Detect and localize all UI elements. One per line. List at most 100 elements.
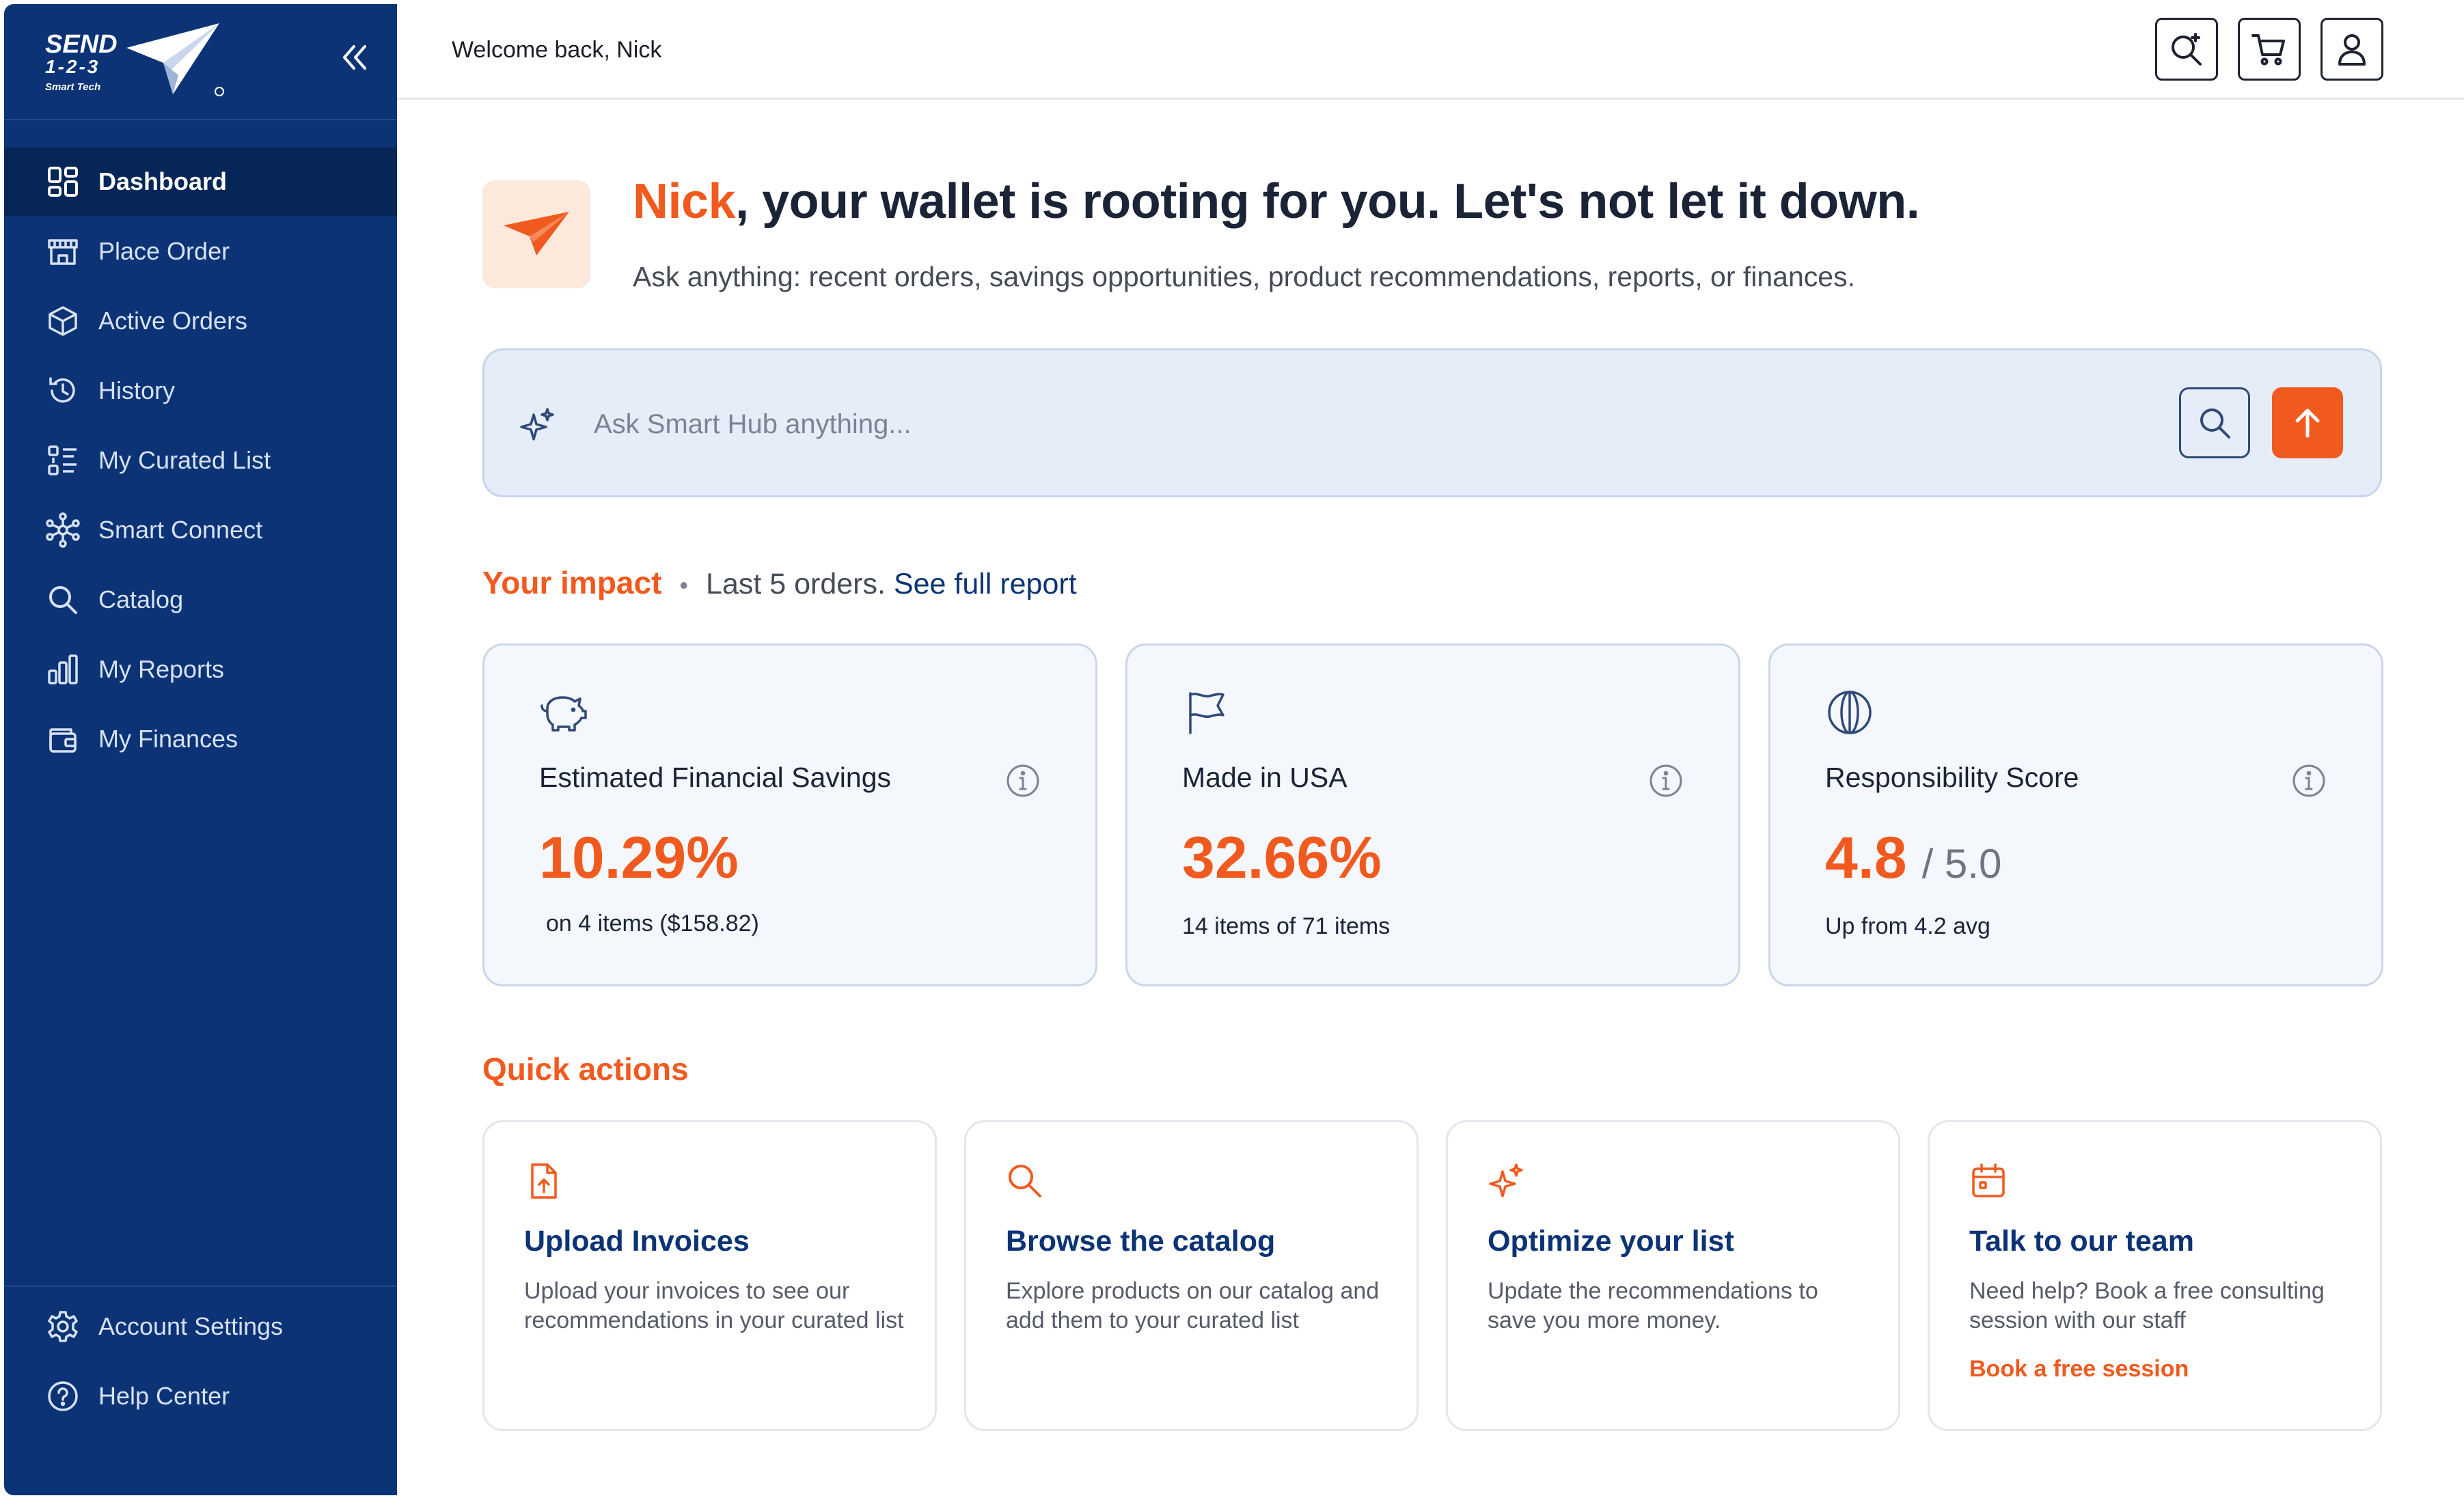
quick-action-title: Talk to our team <box>1969 1225 2194 1258</box>
impact-meta: Last 5 orders. <box>706 568 886 600</box>
calendar-icon <box>1972 1163 2005 1197</box>
sidebar-item-label: My Finances <box>98 725 238 753</box>
submit-query-button[interactable] <box>2272 387 2343 458</box>
impact-title: Your impact <box>482 565 662 600</box>
sidebar-item-help-center[interactable]: Help Center <box>4 1362 397 1430</box>
sidebar-item-dashboard[interactable]: Dashboard <box>4 148 397 216</box>
quick-action-title: Browse the catalog <box>1006 1225 1276 1258</box>
sidebar-divider <box>4 1286 397 1287</box>
quick-action-description: Upload your invoices to see our recommen… <box>524 1278 904 1333</box>
hero-logo-badge <box>482 180 590 288</box>
see-full-report-link[interactable]: See full report <box>894 568 1077 601</box>
sidebar-item-label: My Reports <box>98 655 225 683</box>
quick-action-description: Update the recommendations to save you m… <box>1488 1278 1818 1333</box>
book-free-session-link[interactable]: Book a free session <box>1969 1356 2189 1383</box>
package-box-icon <box>44 302 82 340</box>
info-icon[interactable] <box>2291 763 2327 799</box>
quick-action-title: Upload Invoices <box>524 1225 750 1258</box>
user-name: Nick <box>633 174 736 229</box>
sidebar-item-my-finances[interactable]: My Finances <box>4 705 397 773</box>
impact-header: Your impact • Last 5 orders. See full re… <box>482 564 1077 601</box>
quick-action-description: Need help? Book a free consulting sessio… <box>1969 1278 2325 1333</box>
globe-icon <box>1828 691 1872 734</box>
brand-logo[interactable]: SEND 1-2-3 Smart Tech <box>38 16 236 102</box>
paper-plane-icon <box>504 212 569 255</box>
sidebar-item-history[interactable]: History <box>4 357 397 425</box>
smart-hub-search-bar <box>482 348 2382 497</box>
sidebar-item-label: Help Center <box>98 1382 230 1410</box>
search-icon <box>44 581 82 619</box>
arrow-up-icon <box>2295 408 2320 438</box>
sidebar-item-label: My Curated List <box>98 446 271 474</box>
sidebar-item-label: Catalog <box>98 585 184 613</box>
logo-line-2: 1-2-3 <box>45 56 100 77</box>
upload-file-icon <box>531 1163 557 1199</box>
network-nodes-icon <box>44 511 82 549</box>
sidebar-item-active-orders[interactable]: Active Orders <box>4 287 397 355</box>
card-note: Up from 4.2 avg <box>1825 913 1990 939</box>
gear-icon <box>44 1307 82 1346</box>
quick-action-upload-invoices[interactable]: Upload Invoices Upload your invoices to … <box>482 1120 937 1431</box>
cart-button[interactable] <box>2238 18 2301 81</box>
impact-card-responsibility: Responsibility Score 4.8 / 5.0 Up from 4.… <box>1768 643 2383 986</box>
welcome-message: Welcome back, Nick <box>452 37 662 63</box>
info-icon[interactable] <box>1648 763 1684 799</box>
sidebar-item-my-curated-list[interactable]: My Curated List <box>4 426 397 495</box>
user-profile-button[interactable] <box>2321 18 2383 81</box>
hero-subtitle: Ask anything: recent orders, savings opp… <box>633 261 1855 292</box>
logo-line-3: Smart Tech <box>45 81 101 93</box>
double-chevron-left-icon <box>343 45 366 70</box>
help-circle-icon <box>44 1377 82 1415</box>
sidebar-item-label: History <box>98 376 176 404</box>
hero-title: Nick, your wallet is rooting for you. Le… <box>633 174 1920 230</box>
sparkle-icon <box>520 408 554 441</box>
sidebar-item-label: Active Orders <box>98 307 248 335</box>
card-value: 4.8 / 5.0 <box>1825 824 2001 892</box>
card-label: Estimated Financial Savings <box>539 762 892 793</box>
quick-action-description: Explore products on our catalog and add … <box>1006 1278 1380 1333</box>
impact-card-made-in-usa: Made in USA 32.66% 14 items of 71 items <box>1125 643 1740 986</box>
quick-action-optimize-list[interactable]: Optimize your list Update the recommenda… <box>1446 1120 1900 1431</box>
collapse-sidebar-button[interactable] <box>331 36 379 79</box>
history-clock-icon <box>44 372 82 410</box>
search-button[interactable] <box>2179 387 2250 458</box>
search-icon <box>2200 408 2230 439</box>
sidebar-item-label: Account Settings <box>98 1312 284 1340</box>
bar-chart-icon <box>44 650 82 689</box>
info-icon[interactable] <box>1005 763 1041 799</box>
card-note: on 4 items ($158.82) <box>546 911 759 937</box>
card-value: 10.29% <box>539 825 739 891</box>
separator-dot: • <box>679 571 689 599</box>
smart-hub-search-input[interactable] <box>594 401 1960 447</box>
top-bar: Welcome back, Nick <box>397 0 2464 100</box>
sidebar-item-label: Place Order <box>98 237 230 265</box>
hero-title-text: , your wallet is rooting for you. Let's … <box>735 174 1920 229</box>
card-note: 14 items of 71 items <box>1182 913 1391 939</box>
flag-icon <box>1189 692 1224 734</box>
card-label: Made in USA <box>1182 762 1347 793</box>
quick-action-talk-to-team[interactable]: Talk to our team Need help? Book a free … <box>1928 1120 2382 1431</box>
dashboard-grid-icon <box>44 163 82 201</box>
impact-card-savings: Estimated Financial Savings 10.29% on 4 … <box>482 643 1097 986</box>
card-label: Responsibility Score <box>1825 762 2079 793</box>
sidebar-item-place-order[interactable]: Place Order <box>4 217 397 286</box>
piggy-bank-icon <box>540 696 587 732</box>
sidebar-divider <box>4 119 397 120</box>
sidebar-item-my-reports[interactable]: My Reports <box>4 635 397 704</box>
smart-search-button[interactable] <box>2155 18 2218 81</box>
sidebar-item-account-settings[interactable]: Account Settings <box>4 1292 397 1361</box>
sidebar-item-catalog[interactable]: Catalog <box>4 566 397 634</box>
sidebar-item-label: Dashboard <box>98 167 228 195</box>
wallet-icon <box>44 720 82 758</box>
user-icon <box>2338 34 2366 66</box>
sidebar-item-label: Smart Connect <box>98 516 263 544</box>
cart-icon <box>2251 34 2285 66</box>
sparkle-icon <box>1489 1163 1523 1197</box>
card-value: 32.66% <box>1182 825 1382 891</box>
logo-line-1: SEND <box>45 30 118 59</box>
quick-action-browse-catalog[interactable]: Browse the catalog Explore products on o… <box>964 1120 1419 1431</box>
paper-plane-logo-icon <box>126 23 224 96</box>
list-icon <box>44 441 82 480</box>
score-max: / 5.0 <box>1921 841 2002 887</box>
sidebar-item-smart-connect[interactable]: Smart Connect <box>4 496 397 564</box>
